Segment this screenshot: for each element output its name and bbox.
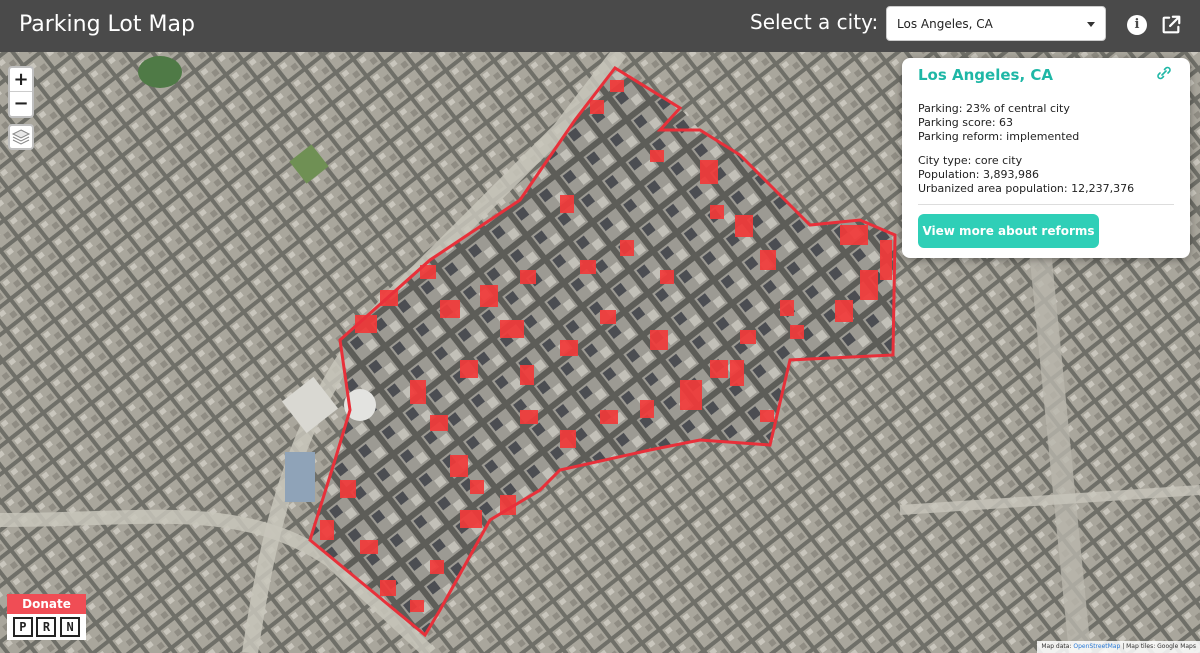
- city-select-label: Select a city:: [750, 10, 879, 34]
- info-icon[interactable]: i: [1127, 15, 1147, 35]
- parking-stats: Parking: 23% of central city Parking sco…: [918, 102, 1079, 144]
- city-select-value: Los Angeles, CA: [897, 17, 993, 31]
- logo-letter-p: P: [12, 617, 33, 637]
- popup-divider: [918, 204, 1174, 205]
- population: Population: 3,893,986: [918, 168, 1039, 181]
- osm-link[interactable]: OpenStreetMap: [1073, 643, 1120, 650]
- app-header: Parking Lot Map Select a city: Los Angel…: [0, 0, 1200, 52]
- chevron-down-icon: [1087, 22, 1095, 27]
- parking-percent: Parking: 23% of central city: [918, 102, 1070, 115]
- parking-score: Parking score: 63: [918, 116, 1014, 129]
- city-info-popup: Los Angeles, CA Parking: 23% of central …: [902, 58, 1190, 258]
- link-icon[interactable]: [1156, 66, 1172, 80]
- attribution-prefix: Map data:: [1041, 643, 1074, 650]
- city-select[interactable]: Los Angeles, CA: [886, 6, 1106, 41]
- urbanized-population: Urbanized area population: 12,237,376: [918, 182, 1135, 195]
- prn-logo[interactable]: P R N: [7, 614, 86, 640]
- attribution-suffix: | Map tiles: Google Maps: [1120, 643, 1196, 650]
- zoom-controls: + −: [8, 66, 34, 118]
- layers-icon[interactable]: [8, 124, 34, 150]
- popup-title: Los Angeles, CA: [918, 66, 1053, 84]
- logo-letter-r: R: [36, 617, 57, 637]
- zoom-out-button[interactable]: −: [10, 92, 32, 116]
- map-attribution: Map data: OpenStreetMap | Map tiles: Goo…: [1037, 641, 1200, 653]
- city-stats: City type: core city Population: 3,893,9…: [918, 154, 1134, 196]
- donate-button[interactable]: Donate: [7, 594, 86, 614]
- logo-letter-n: N: [60, 617, 81, 637]
- zoom-in-button[interactable]: +: [10, 68, 32, 92]
- city-type: City type: core city: [918, 154, 1023, 167]
- view-reforms-button[interactable]: View more about reforms: [918, 214, 1099, 248]
- app-title: Parking Lot Map: [19, 12, 195, 37]
- parking-reform: Parking reform: implemented: [918, 130, 1080, 143]
- external-link-icon[interactable]: [1160, 14, 1182, 36]
